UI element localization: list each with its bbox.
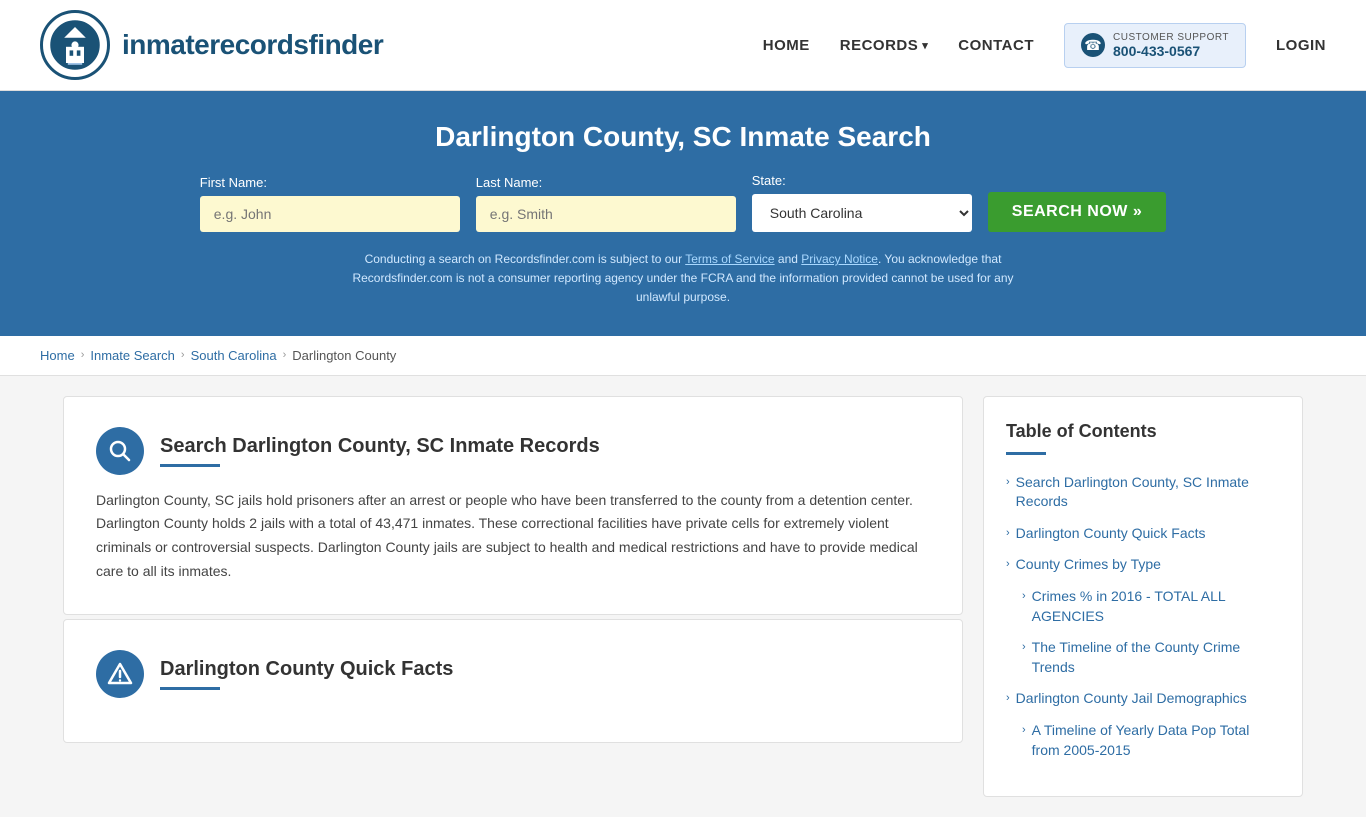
- chevron-right-icon: ›: [1022, 641, 1026, 653]
- breadcrumb: Home › Inmate Search › South Carolina › …: [0, 336, 1366, 376]
- toc-item-1[interactable]: › Search Darlington County, SC Inmate Re…: [1006, 473, 1280, 512]
- content-right: Table of Contents › Search Darlington Co…: [983, 396, 1303, 798]
- first-name-input[interactable]: [200, 196, 460, 232]
- support-label: CUSTOMER SUPPORT: [1113, 32, 1229, 43]
- toc-link-7[interactable]: A Timeline of Yearly Data Pop Total from…: [1032, 721, 1280, 760]
- toc-item-2[interactable]: › Darlington County Quick Facts: [1006, 524, 1280, 544]
- last-name-input[interactable]: [476, 196, 736, 232]
- breadcrumb-sep-1: ›: [81, 349, 85, 361]
- toc-link-1[interactable]: Search Darlington County, SC Inmate Reco…: [1016, 473, 1280, 512]
- toc-link-3[interactable]: County Crimes by Type: [1016, 555, 1161, 575]
- breadcrumb-current: Darlington County: [292, 348, 396, 363]
- hero-title: Darlington County, SC Inmate Search: [40, 121, 1326, 153]
- toc-link-4[interactable]: Crimes % in 2016 - TOTAL ALL AGENCIES: [1032, 587, 1280, 626]
- toc-divider: [1006, 452, 1046, 455]
- tos-link[interactable]: Terms of Service: [685, 252, 774, 266]
- nav-login[interactable]: LOGIN: [1276, 37, 1326, 54]
- privacy-link[interactable]: Privacy Notice: [801, 252, 878, 266]
- last-name-group: Last Name:: [476, 175, 736, 232]
- breadcrumb-home[interactable]: Home: [40, 348, 75, 363]
- logo-text: inmaterecordsfinder: [122, 29, 383, 61]
- breadcrumb-sep-2: ›: [181, 349, 185, 361]
- breadcrumb-sep-3: ›: [283, 349, 287, 361]
- content-left: Search Darlington County, SC Inmate Reco…: [63, 396, 963, 798]
- customer-support[interactable]: ☎ CUSTOMER SUPPORT 800-433-0567: [1064, 23, 1246, 68]
- hero-disclaimer: Conducting a search on Recordsfinder.com…: [333, 250, 1033, 308]
- toc-link-6[interactable]: Darlington County Jail Demographics: [1016, 689, 1247, 709]
- logo-area: inmaterecordsfinder: [40, 10, 383, 80]
- section2-underline: [160, 687, 220, 690]
- section1-body: Darlington County, SC jails hold prisone…: [96, 489, 930, 584]
- breadcrumb-south-carolina[interactable]: South Carolina: [191, 348, 277, 363]
- toc-item-4[interactable]: › Crimes % in 2016 - TOTAL ALL AGENCIES: [1022, 587, 1280, 626]
- toc-item-6[interactable]: › Darlington County Jail Demographics: [1006, 689, 1280, 709]
- section-quick-facts: Darlington County Quick Facts: [63, 619, 963, 743]
- site-header: inmaterecordsfinder HOME RECORDS ▾ CONTA…: [0, 0, 1366, 91]
- last-name-label: Last Name:: [476, 175, 542, 190]
- section2-title: Darlington County Quick Facts: [160, 658, 453, 681]
- nav-home[interactable]: HOME: [763, 37, 810, 54]
- search-icon: [96, 427, 144, 475]
- chevron-right-icon: ›: [1006, 476, 1010, 488]
- main-nav: HOME RECORDS ▾ CONTACT ☎ CUSTOMER SUPPOR…: [763, 23, 1326, 68]
- search-form: First Name: Last Name: State: South Caro…: [40, 173, 1326, 232]
- state-label: State:: [752, 173, 786, 188]
- search-button[interactable]: SEARCH NOW »: [988, 192, 1166, 232]
- toc-item-7[interactable]: › A Timeline of Yearly Data Pop Total fr…: [1022, 721, 1280, 760]
- toc-link-2[interactable]: Darlington County Quick Facts: [1016, 524, 1206, 544]
- hero-section: Darlington County, SC Inmate Search Firs…: [0, 91, 1366, 336]
- section1-underline: [160, 464, 220, 467]
- section1-header: Search Darlington County, SC Inmate Reco…: [96, 427, 930, 475]
- chevron-right-icon: ›: [1006, 692, 1010, 704]
- state-group: State: South Carolina: [752, 173, 972, 232]
- toc-item-3[interactable]: › County Crimes by Type: [1006, 555, 1280, 575]
- headset-icon: ☎: [1081, 33, 1105, 57]
- section2-header: Darlington County Quick Facts: [96, 650, 930, 698]
- chevron-right-icon: ›: [1006, 527, 1010, 539]
- chevron-right-icon: ›: [1022, 590, 1026, 602]
- toc-box: Table of Contents › Search Darlington Co…: [983, 396, 1303, 798]
- chevron-down-icon: ▾: [922, 39, 928, 52]
- main-content: Search Darlington County, SC Inmate Reco…: [43, 396, 1323, 798]
- nav-records[interactable]: RECORDS ▾: [840, 37, 929, 54]
- toc-link-5[interactable]: The Timeline of the County Crime Trends: [1032, 638, 1280, 677]
- logo-circle: [40, 10, 110, 80]
- first-name-group: First Name:: [200, 175, 460, 232]
- breadcrumb-inmate-search[interactable]: Inmate Search: [90, 348, 175, 363]
- support-number: 800-433-0567: [1113, 43, 1229, 59]
- state-select[interactable]: South Carolina: [752, 194, 972, 232]
- nav-contact[interactable]: CONTACT: [958, 37, 1034, 54]
- warning-icon: [96, 650, 144, 698]
- toc-title: Table of Contents: [1006, 421, 1280, 442]
- toc-item-5[interactable]: › The Timeline of the County Crime Trend…: [1022, 638, 1280, 677]
- chevron-right-icon: ›: [1022, 724, 1026, 736]
- first-name-label: First Name:: [200, 175, 267, 190]
- chevron-right-icon: ›: [1006, 558, 1010, 570]
- section-inmate-records: Search Darlington County, SC Inmate Reco…: [63, 396, 963, 615]
- section1-title: Search Darlington County, SC Inmate Reco…: [160, 435, 600, 458]
